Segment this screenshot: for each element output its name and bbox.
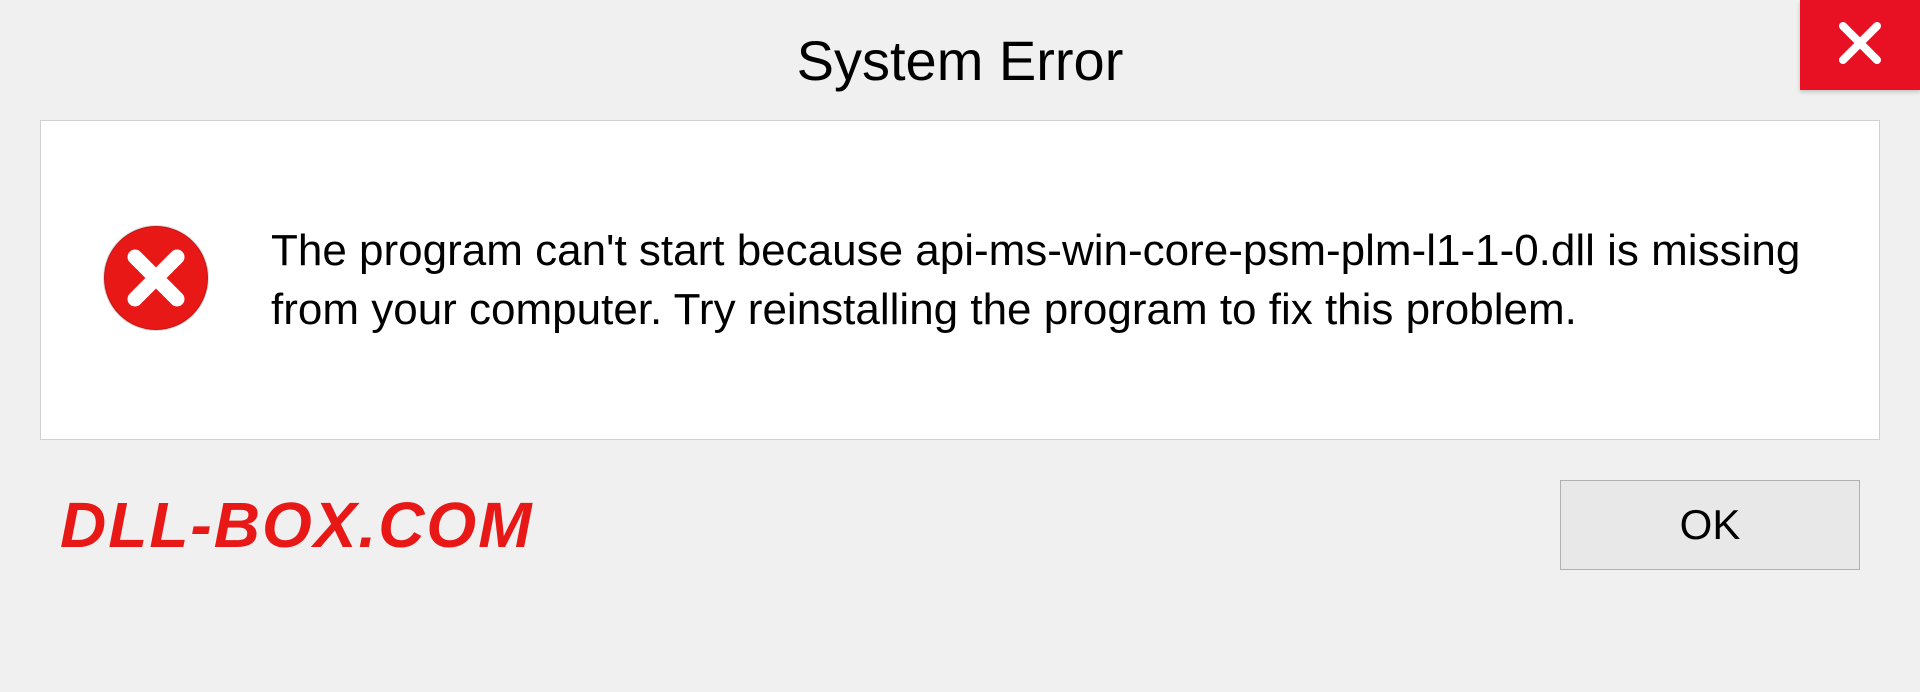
footer-area: DLL-BOX.COM OK	[40, 440, 1880, 610]
dialog-title: System Error	[797, 28, 1124, 93]
ok-button[interactable]: OK	[1560, 480, 1860, 570]
close-button[interactable]	[1800, 0, 1920, 90]
content-area: The program can't start because api-ms-w…	[40, 120, 1880, 440]
error-message: The program can't start because api-ms-w…	[271, 221, 1819, 340]
watermark-text: DLL-BOX.COM	[60, 488, 534, 562]
title-bar: System Error	[0, 0, 1920, 120]
error-icon	[101, 223, 211, 338]
close-icon	[1835, 18, 1885, 73]
error-dialog: System Error The program can't start bec…	[0, 0, 1920, 692]
